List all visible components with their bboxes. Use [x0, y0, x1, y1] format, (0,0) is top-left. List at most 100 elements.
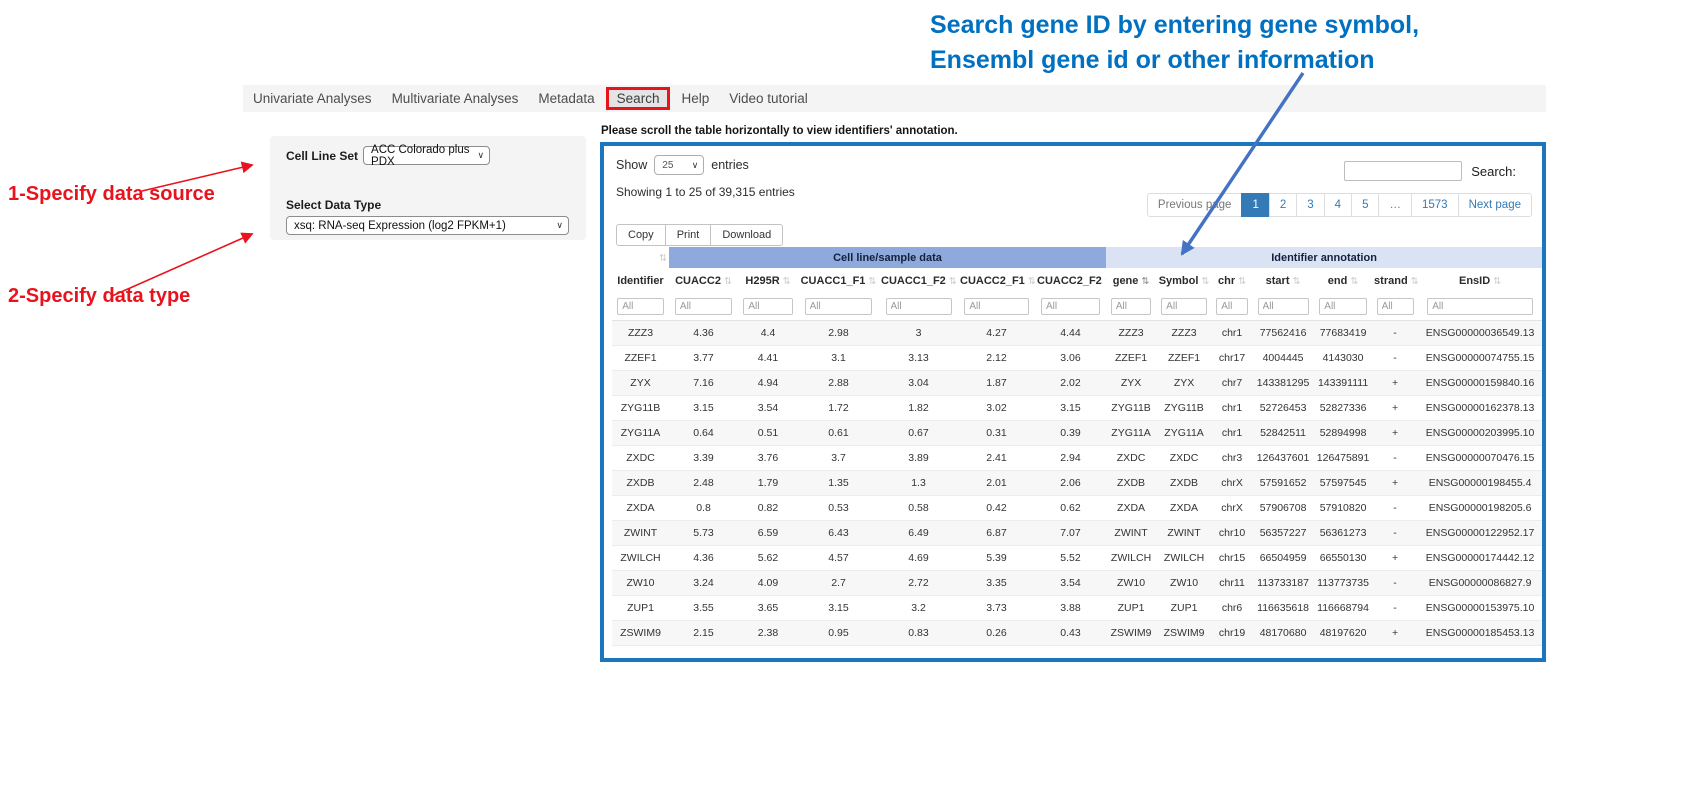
- table-cell: 0.8: [669, 496, 738, 521]
- table-cell: 0.95: [798, 621, 879, 646]
- column-header-strand[interactable]: strand⇅: [1372, 268, 1418, 293]
- column-header-chr[interactable]: chr⇅: [1212, 268, 1252, 293]
- table-cell: 3.77: [669, 346, 738, 371]
- table-cell: -: [1372, 496, 1418, 521]
- filter-input-gene[interactable]: [1111, 298, 1151, 315]
- table-cell: 66504959: [1252, 546, 1314, 571]
- filter-input-cuacc2_f1[interactable]: [964, 298, 1028, 315]
- filter-input-symbol[interactable]: [1161, 298, 1207, 315]
- column-header-identifier[interactable]: Identifier: [612, 268, 669, 293]
- column-label: end: [1328, 275, 1348, 287]
- nav-item-metadata[interactable]: Metadata: [528, 87, 604, 110]
- filter-input-chr[interactable]: [1216, 298, 1248, 315]
- table-cell: ENSG00000162378.13: [1418, 396, 1542, 421]
- table-cell: 0.51: [738, 421, 798, 446]
- filter-input-strand[interactable]: [1377, 298, 1414, 315]
- filter-cell: [1035, 293, 1106, 321]
- step1-annotation: 1-Specify data source: [8, 183, 215, 206]
- table-cell: ZWINT: [1156, 521, 1212, 546]
- data-source-panel: Cell Line Set ACC Colorado plus PDX ∨ Se…: [270, 136, 586, 240]
- table-cell: 3.15: [669, 396, 738, 421]
- nav-item-help[interactable]: Help: [671, 87, 719, 110]
- sort-icon: ⇅: [783, 276, 791, 287]
- filter-input-identifier[interactable]: [617, 298, 664, 315]
- table-cell: ZZZ3: [1106, 321, 1156, 346]
- show-label: Show: [616, 158, 647, 172]
- table-cell: 3.06: [1035, 346, 1106, 371]
- pagination-page-1573[interactable]: 1573: [1411, 193, 1459, 217]
- search-results-panel: Show 25 ∨ entries Search: Showing 1 to 2…: [600, 142, 1546, 662]
- table-cell: ZYG11B: [1106, 396, 1156, 421]
- column-header-symbol[interactable]: Symbol⇅: [1156, 268, 1212, 293]
- table-cell: 0.67: [879, 421, 958, 446]
- filter-cell: [1372, 293, 1418, 321]
- table-cell: ZYX: [1106, 371, 1156, 396]
- table-row: ZZZ34.364.42.9834.274.44ZZZ3ZZZ3chr17756…: [612, 321, 1542, 346]
- column-header-start[interactable]: start⇅: [1252, 268, 1314, 293]
- filter-cell: [738, 293, 798, 321]
- table-cell: 3.04: [879, 371, 958, 396]
- filter-input-end[interactable]: [1319, 298, 1367, 315]
- table-cell: ZYG11A: [1156, 421, 1212, 446]
- column-header-gene[interactable]: gene⇅: [1106, 268, 1156, 293]
- group-header-spacer[interactable]: ⇅: [612, 247, 669, 268]
- table-cell: +: [1372, 546, 1418, 571]
- column-header-cuacc2_f2[interactable]: CUACC2_F2⇅: [1035, 268, 1106, 293]
- table-cell: 2.38: [738, 621, 798, 646]
- pagination-previous-button[interactable]: Previous page: [1147, 193, 1243, 217]
- table-row: ZW103.244.092.72.723.353.54ZW10ZW10chr11…: [612, 571, 1542, 596]
- table-cell: 3.24: [669, 571, 738, 596]
- column-header-cuacc2_f1[interactable]: CUACC2_F1⇅: [958, 268, 1035, 293]
- nav-item-search[interactable]: Search: [606, 87, 671, 110]
- search-input[interactable]: [1344, 161, 1462, 181]
- table-cell: -: [1372, 521, 1418, 546]
- print-button[interactable]: Print: [665, 224, 712, 246]
- page-length-select[interactable]: 25 ∨: [654, 155, 704, 175]
- table-row: ZYG11A0.640.510.610.670.310.39ZYG11AZYG1…: [612, 421, 1542, 446]
- table-cell: 2.06: [1035, 471, 1106, 496]
- column-header-cuacc2[interactable]: CUACC2⇅: [669, 268, 738, 293]
- column-header-ensid[interactable]: EnsID⇅: [1418, 268, 1542, 293]
- table-cell: 57597545: [1314, 471, 1372, 496]
- filter-input-ensid[interactable]: [1427, 298, 1533, 315]
- filter-input-cuacc1_f1[interactable]: [805, 298, 873, 315]
- filter-input-h295r[interactable]: [743, 298, 792, 315]
- sort-icon: ⇅: [1292, 276, 1300, 287]
- pagination-next-button[interactable]: Next page: [1458, 193, 1532, 217]
- pagination-page-4[interactable]: 4: [1324, 193, 1352, 217]
- table-row: ZYX7.164.942.883.041.872.02ZYXZYXchr7143…: [612, 371, 1542, 396]
- pagination-page-…[interactable]: …: [1378, 193, 1412, 217]
- table-cell: 56361273: [1314, 521, 1372, 546]
- pagination-page-5[interactable]: 5: [1351, 193, 1379, 217]
- copy-button[interactable]: Copy: [616, 224, 666, 246]
- pagination-page-2[interactable]: 2: [1269, 193, 1297, 217]
- sort-icon: ⇅: [1238, 276, 1246, 287]
- nav-item-univariate-analyses[interactable]: Univariate Analyses: [243, 87, 382, 110]
- nav-item-video-tutorial[interactable]: Video tutorial: [719, 87, 818, 110]
- column-header-cuacc1_f1[interactable]: CUACC1_F1⇅: [798, 268, 879, 293]
- column-header-end[interactable]: end⇅: [1314, 268, 1372, 293]
- download-button[interactable]: Download: [710, 224, 783, 246]
- filter-input-cuacc1_f2[interactable]: [886, 298, 952, 315]
- table-search-control: Search:: [1344, 161, 1516, 181]
- table-cell: ZXDB: [1106, 471, 1156, 496]
- column-header-cuacc1_f2[interactable]: CUACC1_F2⇅: [879, 268, 958, 293]
- cell-line-set-select[interactable]: ACC Colorado plus PDX ∨: [363, 146, 490, 165]
- table-cell: chr15: [1212, 546, 1252, 571]
- table-cell: 2.48: [669, 471, 738, 496]
- filter-input-start[interactable]: [1258, 298, 1309, 315]
- table-cell: 116668794: [1314, 596, 1372, 621]
- filter-cell: [1212, 293, 1252, 321]
- table-cell: ENSG00000174442.12: [1418, 546, 1542, 571]
- table-cell: 4.41: [738, 346, 798, 371]
- table-cell: chr10: [1212, 521, 1252, 546]
- pagination-page-3[interactable]: 3: [1296, 193, 1324, 217]
- data-type-select[interactable]: xsq: RNA-seq Expression (log2 FPKM+1) ∨: [286, 216, 569, 235]
- filter-input-cuacc2[interactable]: [675, 298, 732, 315]
- sort-icon: ⇅: [659, 253, 667, 264]
- column-header-h295r[interactable]: H295R⇅: [738, 268, 798, 293]
- filter-input-cuacc2_f2[interactable]: [1041, 298, 1100, 315]
- column-label: CUACC2_F2: [1037, 275, 1102, 287]
- pagination-page-1[interactable]: 1: [1241, 193, 1269, 217]
- nav-item-multivariate-analyses[interactable]: Multivariate Analyses: [382, 87, 529, 110]
